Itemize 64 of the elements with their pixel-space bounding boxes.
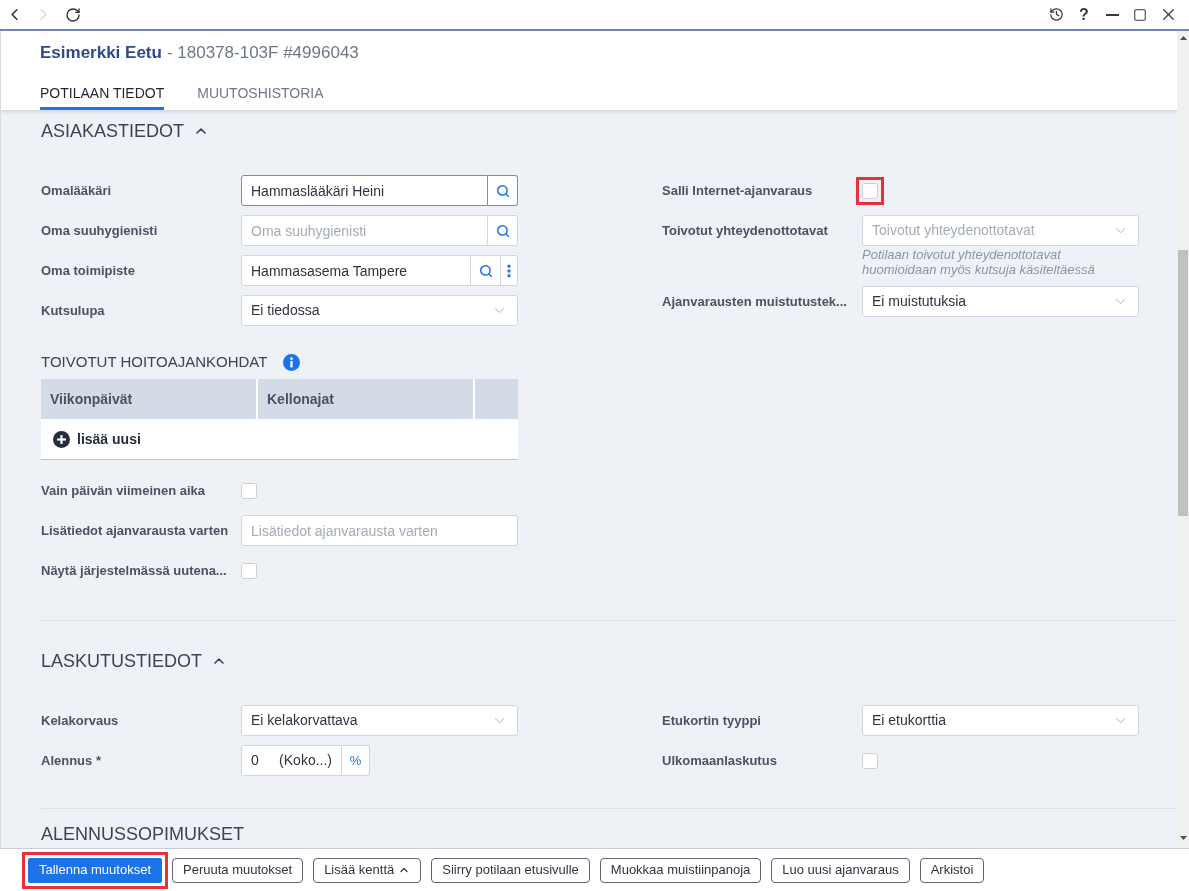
search-button[interactable] xyxy=(488,175,518,206)
footer-button[interactable]: Arkistoi xyxy=(919,857,985,883)
number-field[interactable]: 0 (Koko...) xyxy=(241,745,342,776)
field-label: Toivotut yhteydenottotavat xyxy=(662,221,829,240)
help-button[interactable]: ? xyxy=(1070,0,1098,29)
footer-button[interactable]: Lisää kenttä xyxy=(313,857,422,883)
text-field[interactable]: Lisätiedot ajanvarausta varten xyxy=(241,515,518,546)
search-icon xyxy=(495,223,510,238)
plus-circle-icon xyxy=(53,430,70,448)
column-header: Kellonajat xyxy=(258,379,473,419)
scroll-up-icon[interactable] xyxy=(1179,36,1187,40)
scroll-down-icon[interactable] xyxy=(1179,836,1187,840)
field-label: Alennus * xyxy=(41,751,102,770)
field-hint: Potilaan toivotut yhteydenottotavat huomioidaan myös kutsuja käsiteltäessä xyxy=(862,246,1096,277)
history-icon xyxy=(1048,7,1064,22)
dropdown[interactable]: Ei etukorttia xyxy=(862,705,1139,736)
checkbox[interactable] xyxy=(862,752,878,769)
field-label: Lisätiedot ajanvarausta varten xyxy=(41,521,230,540)
text-field[interactable]: Oma suuhygienisti xyxy=(241,215,488,246)
dropdown[interactable]: Ei kelakorvattava xyxy=(241,705,518,736)
field-label: Kelakorvaus xyxy=(41,711,120,730)
tab[interactable]: MUUTOSHISTORIA xyxy=(197,79,324,110)
field-label: Vain päivän viimeinen aika xyxy=(41,481,207,500)
patient-name: Esimerkki Eetu xyxy=(40,42,162,64)
footer-button[interactable]: Tallenna muutokset xyxy=(28,857,162,883)
search-button[interactable] xyxy=(488,215,518,246)
field-label: Oma suuhygienisti xyxy=(41,221,159,240)
section-title: LASKUTUSTIEDOT xyxy=(41,651,203,671)
section-title: ASIAKASTIEDOT xyxy=(41,121,185,141)
dropdown[interactable]: Ei muistutuksia xyxy=(862,286,1139,317)
footer-button[interactable]: Muokkaa muistiinpanoja xyxy=(599,857,762,883)
footer-button[interactable]: Siirry potilaan etusivulle xyxy=(431,857,590,883)
checkbox[interactable] xyxy=(862,182,878,199)
percent-addon[interactable]: % xyxy=(342,745,370,776)
section-title: ALENNUSSOPIMUKSET xyxy=(41,824,245,844)
scrollbar-thumb[interactable] xyxy=(1178,250,1188,516)
dropdown[interactable]: Ei tiedossa xyxy=(241,295,518,326)
search-icon xyxy=(495,183,510,198)
column-header xyxy=(475,379,518,419)
footer-button[interactable]: Peruuta muutokset xyxy=(172,857,304,883)
field-label: Omalääkäri xyxy=(41,181,113,200)
field-label: Oma toimipiste xyxy=(41,261,136,280)
field-label: Etukortin tyyppi xyxy=(662,711,762,730)
text-field[interactable]: Hammasasema Tampere xyxy=(241,255,471,286)
text-field[interactable]: Hammaslääkäri Heini xyxy=(241,175,488,206)
field-label: Ajanvarausten muistutustek... xyxy=(662,292,848,311)
subsection-title: TOIVOTUT HOITOAJANKOHDAT xyxy=(41,352,268,372)
add-row-button[interactable]: lisää uusi xyxy=(53,428,141,450)
info-icon[interactable] xyxy=(283,353,301,371)
more-button[interactable] xyxy=(501,255,518,286)
field-label: Salli Internet-ajanvaraus xyxy=(662,181,814,200)
field-label: Ulkomaanlaskutus xyxy=(662,751,778,770)
maximize-icon xyxy=(1133,7,1147,22)
field-label: Kutsulupa xyxy=(41,301,106,320)
scrollbar[interactable] xyxy=(1177,31,1189,848)
checkbox[interactable] xyxy=(241,562,257,579)
search-icon xyxy=(478,263,493,278)
footer-button[interactable]: Luo uusi ajanvaraus xyxy=(771,857,910,883)
patient-id: - 180378-103F #4996043 xyxy=(166,42,359,64)
column-header: Viikonpäivät xyxy=(41,379,256,419)
field-label: Näytä järjestelmässä uutena... xyxy=(41,561,228,580)
minimize-icon xyxy=(1105,13,1119,16)
checkbox[interactable] xyxy=(241,482,257,499)
search-button[interactable] xyxy=(471,255,501,286)
